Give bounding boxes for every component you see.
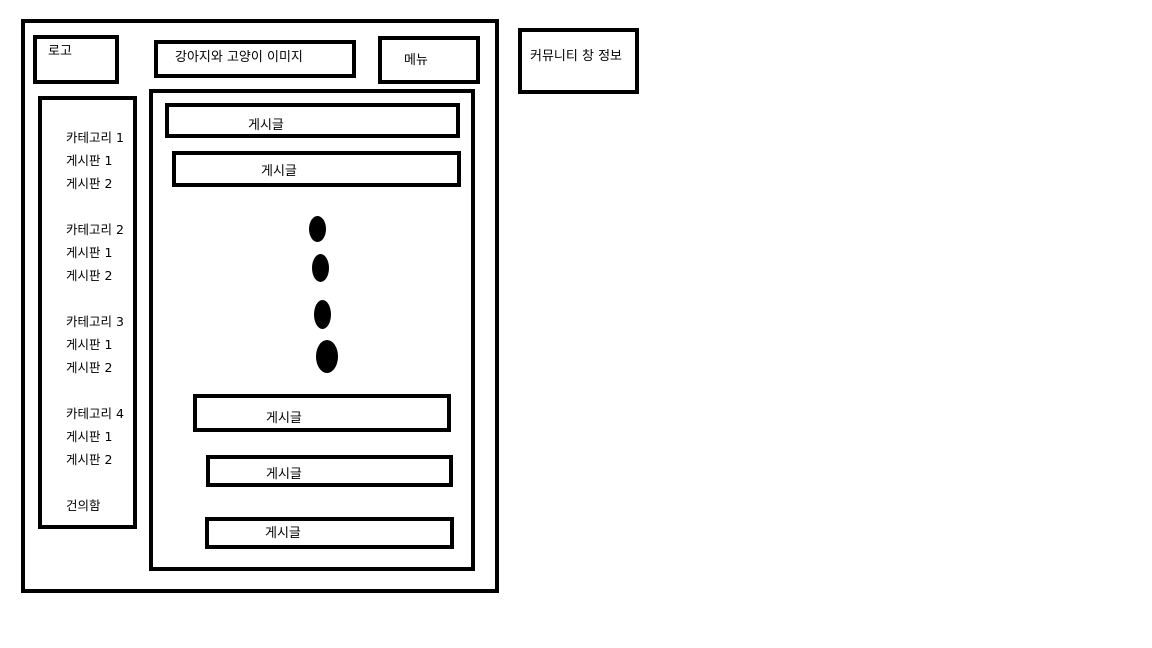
sidebar-category-3[interactable]: 카테고리 3 [66,314,124,330]
ellipsis-dot [312,254,329,282]
sidebar-category-2-board-2[interactable]: 게시판 2 [66,268,112,284]
logo-box[interactable] [33,35,119,84]
ellipsis-dot [316,340,338,373]
sidebar-category-1-board-2[interactable]: 게시판 2 [66,176,112,192]
ellipsis-dot [309,216,326,242]
community-info-label: 커뮤니티 창 정보 [530,49,622,64]
logo: 로고 [48,44,72,59]
sidebar-category-1[interactable]: 카테고리 1 [66,130,124,146]
menu-button[interactable] [378,36,480,84]
sidebar-category-3-board-1[interactable]: 게시판 1 [66,337,112,353]
post-item[interactable] [172,151,461,187]
post-item[interactable] [165,103,460,138]
banner-label: 강아지와 고양이 이미지 [175,50,303,65]
post-item-label: 게시글 [266,467,302,482]
sidebar-category-3-board-2[interactable]: 게시판 2 [66,360,112,376]
sidebar-suggestion[interactable]: 건의함 [66,498,101,514]
post-item[interactable] [206,455,453,487]
sidebar-category-1-board-1[interactable]: 게시판 1 [66,153,112,169]
sidebar-category-2-board-1[interactable]: 게시판 1 [66,245,112,261]
ellipsis-dot [314,300,331,329]
post-item-label: 게시글 [265,526,301,541]
post-item[interactable] [193,394,451,432]
post-item[interactable] [205,517,454,549]
sidebar-category-4-board-2[interactable]: 게시판 2 [66,452,112,468]
post-item-label: 게시글 [266,411,302,426]
post-item-label: 게시글 [248,118,284,133]
sidebar-category-2[interactable]: 카테고리 2 [66,222,124,238]
sidebar-category-4-board-1[interactable]: 게시판 1 [66,429,112,445]
sidebar-category-4[interactable]: 카테고리 4 [66,406,124,422]
post-item-label: 게시글 [261,164,297,179]
menu-label: 메뉴 [404,53,428,68]
